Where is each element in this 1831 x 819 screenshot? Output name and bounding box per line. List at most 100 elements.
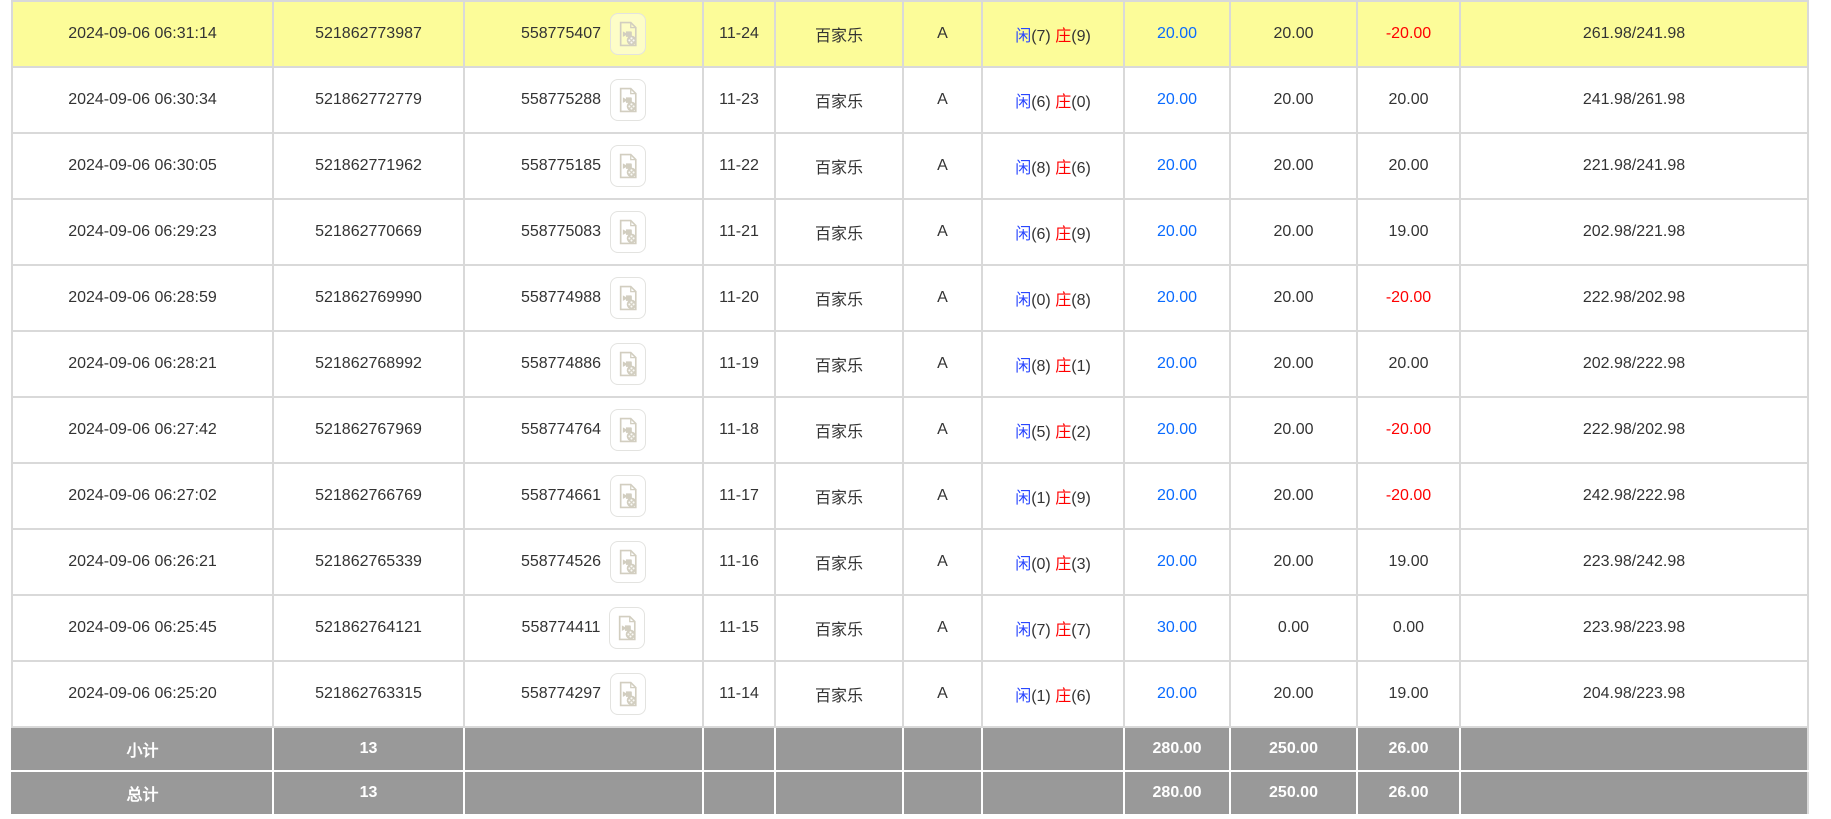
cell-round-no: 558774526 xyxy=(464,529,703,595)
cell-round-no: 558775185 xyxy=(464,133,703,199)
player-result-score: (0) xyxy=(1031,556,1051,573)
total-winloss-total: 26.00 xyxy=(1357,771,1460,815)
video-replay-button[interactable] xyxy=(610,79,646,121)
bet-record-row[interactable]: 2024-09-06 06:30:34521862772779558775288… xyxy=(12,67,1808,133)
banker-result-label: 庄 xyxy=(1055,160,1071,177)
cell-round-label: 11-21 xyxy=(703,199,775,265)
bet-record-row[interactable]: 2024-09-06 06:28:21521862768992558774886… xyxy=(12,331,1808,397)
cell-order-no: 521862772779 xyxy=(273,67,464,133)
cell-result: 闲(1) 庄(9) xyxy=(982,463,1124,529)
video-replay-button[interactable] xyxy=(610,343,646,385)
total-empty-cell xyxy=(775,771,903,815)
video-replay-button[interactable] xyxy=(610,145,646,187)
cell-order-no: 521862769990 xyxy=(273,265,464,331)
round-no-group: 558774297 xyxy=(469,673,698,715)
total-label: 总计 xyxy=(12,771,273,815)
bet-record-row[interactable]: 2024-09-06 06:27:42521862767969558774764… xyxy=(12,397,1808,463)
video-replay-button[interactable] xyxy=(610,409,646,451)
cell-valid-bet: 20.00 xyxy=(1230,67,1357,133)
video-file-icon xyxy=(617,351,639,377)
video-replay-button[interactable] xyxy=(609,607,645,649)
cell-order-no: 521862763315 xyxy=(273,661,464,727)
round-no-group: 558775185 xyxy=(469,145,698,187)
cell-time: 2024-09-06 06:28:21 xyxy=(12,331,273,397)
cell-order-no: 521862765339 xyxy=(273,529,464,595)
cell-bet-amount: 30.00 xyxy=(1124,595,1230,661)
cell-bet-amount: 20.00 xyxy=(1124,397,1230,463)
cell-table-name: A xyxy=(903,397,982,463)
video-replay-button[interactable] xyxy=(610,211,646,253)
total-count: 13 xyxy=(273,771,464,815)
bet-record-row[interactable]: 2024-09-06 06:28:59521862769990558774988… xyxy=(12,265,1808,331)
cell-valid-bet: 20.00 xyxy=(1230,397,1357,463)
cell-bet-amount: 20.00 xyxy=(1124,133,1230,199)
bet-record-row[interactable]: 2024-09-06 06:31:14521862773987558775407… xyxy=(12,1,1808,67)
player-result-score: (1) xyxy=(1031,490,1051,507)
cell-order-no: 521862767969 xyxy=(273,397,464,463)
banker-result-score: (7) xyxy=(1071,622,1091,639)
cell-win-loss: -20.00 xyxy=(1357,397,1460,463)
bet-record-row[interactable]: 2024-09-06 06:27:02521862766769558774661… xyxy=(12,463,1808,529)
cell-valid-bet: 0.00 xyxy=(1230,595,1357,661)
round-no-text: 558775185 xyxy=(521,157,601,175)
cell-result: 闲(8) 庄(6) xyxy=(982,133,1124,199)
banker-result-score: (3) xyxy=(1071,556,1091,573)
cell-time: 2024-09-06 06:26:21 xyxy=(12,529,273,595)
bet-record-row[interactable]: 2024-09-06 06:25:45521862764121558774411… xyxy=(12,595,1808,661)
cell-balance: 223.98/242.98 xyxy=(1460,529,1808,595)
video-file-icon xyxy=(617,153,639,179)
banker-result-score: (9) xyxy=(1071,490,1091,507)
video-replay-button[interactable] xyxy=(610,475,646,517)
bet-record-row[interactable]: 2024-09-06 06:26:21521862765339 558774526… xyxy=(12,529,1808,595)
bet-record-row[interactable]: 2024-09-06 06:30:05521862771962558775185… xyxy=(12,133,1808,199)
bet-record-row[interactable]: 2024-09-06 06:29:23521862770669558775083… xyxy=(12,199,1808,265)
video-file-icon xyxy=(617,285,639,311)
banker-result-label: 庄 xyxy=(1055,490,1071,507)
video-file-icon xyxy=(616,615,638,641)
cell-win-loss: -20.00 xyxy=(1357,265,1460,331)
rows-body: 2024-09-06 06:31:14521862773987558775407… xyxy=(12,1,1808,727)
cell-win-loss: 20.00 xyxy=(1357,331,1460,397)
player-result-score: (6) xyxy=(1031,226,1051,243)
cell-round-no: 558775288 xyxy=(464,67,703,133)
cell-bet-amount: 20.00 xyxy=(1124,529,1230,595)
video-file-icon xyxy=(617,681,639,707)
subtotal-empty-cell xyxy=(1460,727,1808,771)
cell-balance: 223.98/223.98 xyxy=(1460,595,1808,661)
cell-win-loss: 19.00 xyxy=(1357,199,1460,265)
cell-balance: 241.98/261.98 xyxy=(1460,67,1808,133)
video-replay-button[interactable] xyxy=(610,277,646,319)
cell-bet-amount: 20.00 xyxy=(1124,265,1230,331)
player-result-label: 闲 xyxy=(1015,556,1031,573)
banker-result-label: 庄 xyxy=(1055,292,1071,309)
cell-round-no: 558774411 xyxy=(464,595,703,661)
cell-win-loss: -20.00 xyxy=(1357,463,1460,529)
round-no-group: 558774764 xyxy=(469,409,698,451)
video-file-icon xyxy=(617,483,639,509)
player-result-label: 闲 xyxy=(1015,28,1031,45)
cell-round-label: 11-18 xyxy=(703,397,775,463)
bet-record-row[interactable]: 2024-09-06 06:25:20521862763315558774297… xyxy=(12,661,1808,727)
round-no-text: 558774661 xyxy=(521,487,601,505)
round-no-text: 558774886 xyxy=(521,355,601,373)
cell-balance: 222.98/202.98 xyxy=(1460,397,1808,463)
cell-round-label: 11-24 xyxy=(703,1,775,67)
cell-balance: 222.98/202.98 xyxy=(1460,265,1808,331)
banker-result-score: (6) xyxy=(1071,160,1091,177)
video-replay-button[interactable] xyxy=(610,541,646,583)
video-replay-button[interactable] xyxy=(610,13,646,55)
cell-win-loss: -20.00 xyxy=(1357,1,1460,67)
player-result-score: (7) xyxy=(1031,28,1051,45)
cell-table-name: A xyxy=(903,595,982,661)
cell-round-no: 558774297 xyxy=(464,661,703,727)
cell-balance: 242.98/222.98 xyxy=(1460,463,1808,529)
cell-round-no: 558774764 xyxy=(464,397,703,463)
cell-balance: 202.98/221.98 xyxy=(1460,199,1808,265)
cell-table-name: A xyxy=(903,463,982,529)
total-bet-total: 280.00 xyxy=(1124,771,1230,815)
banker-result-score: (1) xyxy=(1071,358,1091,375)
round-no-text: 558774526 xyxy=(521,553,601,571)
video-replay-button[interactable] xyxy=(610,673,646,715)
cell-table-name: A xyxy=(903,265,982,331)
player-result-label: 闲 xyxy=(1015,358,1031,375)
